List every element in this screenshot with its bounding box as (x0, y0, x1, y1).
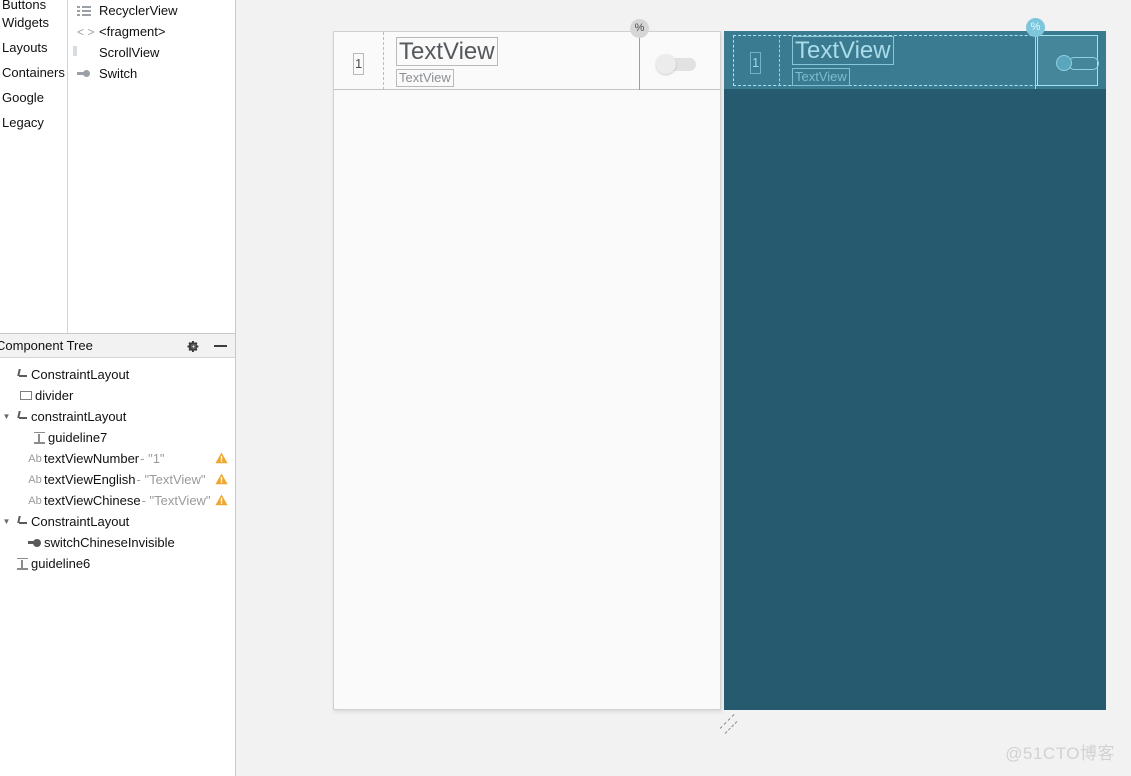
tree-node-label: divider (35, 388, 74, 403)
gear-icon[interactable] (187, 340, 200, 353)
palette-category-layouts[interactable]: Layouts (0, 35, 67, 60)
tree-node-label: switchChineseInvisible (44, 535, 175, 550)
percent-badge[interactable]: % (1026, 18, 1045, 37)
palette-category-buttons[interactable]: Buttons (0, 0, 67, 10)
view-icon (17, 391, 35, 400)
palette-category-google[interactable]: Google (0, 85, 67, 110)
palette-item-label: Switch (99, 66, 138, 81)
constraint-layout-icon (13, 368, 31, 381)
switch-icon (77, 67, 91, 81)
android-studio-layout-editor: Buttons Widgets Layouts Containers Googl… (0, 0, 1131, 776)
constraint-layout-icon (13, 410, 31, 423)
tree-node-label: textViewChinese (44, 493, 141, 508)
expand-arrow[interactable]: ▼ (0, 406, 13, 427)
design-textview-chinese[interactable]: TextView (396, 69, 454, 87)
tree-node-constraintlayout-root[interactable]: ConstraintLayout (0, 364, 235, 385)
percent-badge[interactable]: % (630, 19, 649, 38)
fragment-icon: < > (77, 24, 95, 39)
design-textview-number[interactable]: 1 (353, 53, 364, 75)
textview-icon: Ab (28, 494, 42, 507)
design-guideline7[interactable] (383, 32, 384, 90)
scrollview-icon (77, 46, 91, 60)
tree-node-label: constraintLayout (31, 409, 127, 424)
tree-node-textviewchinese[interactable]: Ab textViewChinese - "TextView" (0, 490, 235, 511)
blueprint-toolbar-region[interactable]: 1 TextView TextView % (724, 18, 1106, 89)
palette-item-switch[interactable]: Switch (69, 63, 235, 84)
tree-node-value: - "1" (140, 451, 165, 466)
tree-node-label: ConstraintLayout (31, 514, 130, 529)
palette-item-label: ScrollView (99, 45, 160, 60)
tree-node-label: ConstraintLayout (31, 367, 130, 382)
minimize-icon[interactable] (214, 345, 227, 347)
warning-icon[interactable] (215, 494, 228, 506)
palette-item-scrollview[interactable]: ScrollView (69, 42, 235, 63)
textview-icon: Ab (28, 452, 42, 465)
blueprint-preview-surface[interactable]: 1 TextView TextView % (724, 18, 1106, 710)
tree-node-textviewnumber[interactable]: Ab textViewNumber - "1" (0, 448, 235, 469)
palette-item-recyclerview[interactable]: RecyclerView (69, 0, 235, 21)
blueprint-guideline7[interactable] (779, 35, 780, 86)
blueprint-guideline6[interactable] (1035, 31, 1036, 89)
palette-category-list: Buttons Widgets Layouts Containers Googl… (0, 0, 68, 333)
expand-arrow[interactable]: ▼ (0, 511, 13, 532)
design-preview-toolbar-region[interactable]: 1 TextView TextView % (334, 19, 720, 90)
tree-node-textviewenglish[interactable]: Ab textViewEnglish - "TextView" (0, 469, 235, 490)
tree-node-switchchineseinvisible[interactable]: switchChineseInvisible (0, 532, 235, 553)
tree-node-label: guideline7 (48, 430, 108, 445)
switch-thumb (1056, 55, 1072, 71)
palette-category-legacy[interactable]: Legacy (0, 110, 67, 135)
switch-icon (26, 537, 44, 549)
design-canvas[interactable]: 1 TextView TextView % 1 TextView TextVie… (236, 0, 1131, 776)
tree-node-value: - "TextView" (136, 472, 206, 487)
guideline-icon (13, 557, 31, 570)
palette-panel: Buttons Widgets Layouts Containers Googl… (0, 0, 236, 334)
palette-category-widgets[interactable]: Widgets (0, 10, 67, 35)
tree-node-guideline6[interactable]: guideline6 (0, 553, 235, 574)
constraint-layout-icon (13, 515, 31, 528)
tree-node-constraintlayout-second[interactable]: ▼ ConstraintLayout (0, 511, 235, 532)
tree-node-divider[interactable]: divider (0, 385, 235, 406)
design-guideline6[interactable] (639, 32, 640, 90)
tree-node-label: guideline6 (31, 556, 91, 571)
switch-track (1068, 57, 1099, 70)
component-tree-panel: Component Tree ConstraintLayout divider … (0, 334, 236, 776)
blueprint-textview-english[interactable]: TextView (792, 36, 894, 65)
blueprint-textview-chinese[interactable]: TextView (792, 68, 850, 86)
component-tree-body: ConstraintLayout divider ▼ constraintLay… (0, 358, 235, 574)
tree-node-guideline7[interactable]: guideline7 (0, 427, 235, 448)
guideline-icon (30, 431, 48, 444)
tree-node-value: - "TextView" (141, 493, 211, 508)
warning-icon[interactable] (215, 452, 228, 464)
tree-node-label: textViewEnglish (44, 472, 136, 487)
blueprint-switch-chinese-invisible[interactable] (1056, 53, 1099, 73)
tree-node-label: textViewNumber (44, 451, 140, 466)
palette-item-label: <fragment> (99, 24, 166, 39)
switch-thumb (656, 54, 676, 74)
tree-node-constraintlayout-child[interactable]: ▼ constraintLayout (0, 406, 235, 427)
design-preview-surface[interactable]: 1 TextView TextView % (333, 19, 721, 710)
warning-icon[interactable] (215, 473, 228, 485)
recyclerview-icon (77, 3, 91, 18)
design-switch-chinese-invisible[interactable] (656, 54, 696, 74)
palette-category-containers[interactable]: Containers (0, 60, 67, 85)
component-tree-header: Component Tree (0, 334, 235, 358)
blueprint-textview-number[interactable]: 1 (750, 52, 761, 74)
canvas-resize-handle[interactable] (719, 712, 742, 734)
textview-icon: Ab (28, 473, 42, 486)
palette-item-label: RecyclerView (99, 3, 178, 18)
component-tree-title: Component Tree (0, 338, 93, 353)
watermark: @51CTO博客 (1005, 744, 1115, 763)
palette-item-fragment[interactable]: < > <fragment> (69, 21, 235, 42)
palette-item-list: RecyclerView < > <fragment> ScrollView S… (69, 0, 235, 333)
design-textview-english[interactable]: TextView (396, 37, 498, 66)
